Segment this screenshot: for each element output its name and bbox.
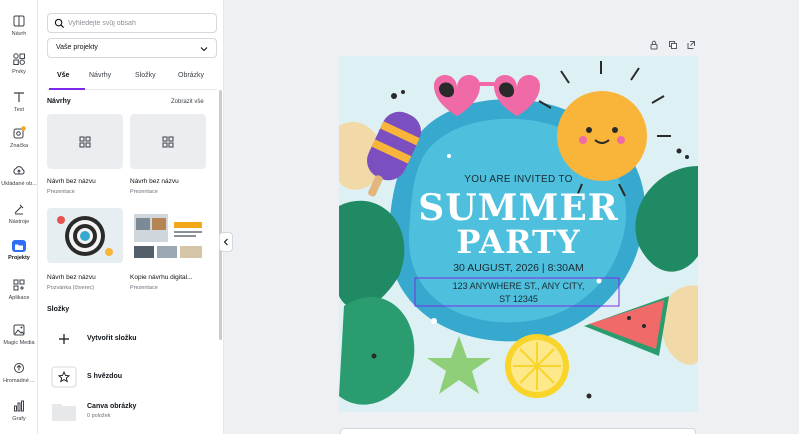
add-page-icon[interactable]	[686, 40, 696, 50]
design-title[interactable]: Návrh bez názvu	[130, 178, 179, 185]
presentation-icon	[162, 136, 174, 148]
folder-icon	[52, 404, 76, 421]
folder-label: S hvězdou	[87, 373, 123, 380]
rail-label: Text	[13, 107, 25, 113]
rail-item-text[interactable]: Text	[0, 90, 38, 124]
rail-label: Nástroje	[8, 219, 30, 225]
rail-item-design[interactable]: Návrh	[0, 14, 38, 48]
folder-label: Canva obrázky	[87, 403, 137, 410]
search-input[interactable]	[68, 16, 208, 30]
digital-preview	[130, 208, 206, 263]
rail-item-bulk-create[interactable]: Hromadné ...	[0, 361, 38, 395]
chevron-down-icon	[200, 47, 208, 52]
rail-label: Hromadné ...	[3, 378, 35, 384]
design-thumbnail[interactable]	[130, 114, 206, 169]
active-tab-indicator	[49, 88, 85, 90]
add-page-bar[interactable]	[340, 428, 696, 434]
tools-icon	[14, 204, 24, 215]
canva-images-folder[interactable]: Canva obrázky 0 položek	[47, 398, 217, 424]
rail-label: Grafy	[12, 416, 26, 422]
rail-label: Projekty	[8, 255, 30, 261]
panel-scrollbar[interactable]	[219, 90, 222, 340]
design-type: Prezentace	[130, 285, 158, 291]
rail-label: Návrh	[11, 31, 27, 37]
uploads-icon	[13, 166, 25, 175]
canva-editor: Návrh Prvky Text Značka Ukládané ob... N…	[0, 0, 799, 434]
rail-item-brand[interactable]: Značka	[0, 126, 38, 160]
folder-label: Vytvořit složku	[87, 335, 137, 342]
design-type: Pozvánka (čtverec)	[47, 285, 95, 291]
rail-label: Prvky	[12, 69, 26, 75]
lock-icon[interactable]	[649, 40, 659, 50]
tab-all[interactable]: Vše	[57, 72, 69, 79]
design-thumbnail-digital[interactable]	[130, 208, 206, 263]
tab-images[interactable]: Obrázky	[178, 72, 204, 79]
chart-icon	[14, 400, 24, 412]
design-title[interactable]: Návrh bez názvu	[47, 274, 96, 281]
rail-item-projects[interactable]: Projekty	[0, 240, 38, 274]
rail-item-uploads[interactable]: Ukládané ob...	[0, 164, 38, 198]
rail-item-apps[interactable]: Aplikace	[0, 278, 38, 312]
dropdown-value: Vaše projekty	[56, 44, 98, 51]
rail-label: Ukládané ob...	[1, 181, 37, 187]
rail-label: Magic Media	[3, 340, 35, 346]
address-line-1[interactable]: 123 ANYWHERE ST., ANY CITY,	[339, 281, 698, 291]
collapse-panel-button[interactable]	[219, 232, 233, 252]
projects-panel: Vaše projekty Vše Návrhy Složky Obrázky …	[38, 0, 224, 434]
presentation-icon	[79, 136, 91, 148]
apps-icon	[13, 279, 25, 291]
duplicate-icon[interactable]	[668, 40, 678, 50]
designs-section-title: Návrhy	[47, 98, 71, 105]
invitation-preview	[47, 208, 123, 263]
design-type: Prezentace	[47, 189, 75, 195]
create-folder-button[interactable]: Vytvořit složku	[47, 326, 217, 352]
design-thumbnail[interactable]	[47, 114, 123, 169]
see-all-link[interactable]: Zobrazit vše	[171, 99, 204, 105]
left-rail: Návrh Prvky Text Značka Ukládané ob... N…	[0, 0, 38, 434]
invited-text[interactable]: YOU ARE INVITED TO	[339, 174, 698, 185]
filter-tabs: Vše Návrhy Složky Obrázky	[47, 68, 217, 90]
rail-item-magic-media[interactable]: Magic Media	[0, 323, 38, 357]
search-icon	[54, 18, 65, 29]
rail-item-elements[interactable]: Prvky	[0, 52, 38, 86]
tab-designs[interactable]: Návrhy	[89, 72, 111, 79]
rail-item-tools[interactable]: Nástroje	[0, 202, 38, 236]
rail-item-charts[interactable]: Grafy	[0, 399, 38, 433]
magic-media-icon	[13, 324, 25, 336]
elements-icon	[13, 53, 25, 65]
layout-icon	[13, 15, 25, 27]
starred-folder[interactable]: S hvězdou	[47, 364, 217, 390]
projects-dropdown[interactable]: Vaše projekty	[47, 38, 217, 58]
design-thumbnail-invitation[interactable]	[47, 208, 123, 263]
folder-icon	[12, 240, 26, 252]
folder-count: 0 položek	[87, 413, 111, 419]
folders-section-title: Složky	[47, 306, 70, 313]
design-type: Prezentace	[130, 189, 158, 195]
design-page[interactable]: YOU ARE INVITED TO SUMMER PARTY 30 AUGUS…	[339, 56, 698, 412]
design-title[interactable]: Kopie návrhu digital...	[130, 274, 193, 281]
plus-icon	[59, 334, 69, 344]
event-date[interactable]: 30 AUGUST, 2026 | 8:30AM	[339, 262, 698, 274]
rail-label: Aplikace	[8, 295, 30, 301]
brand-icon	[13, 126, 26, 139]
star-icon	[51, 366, 77, 388]
search-box[interactable]	[47, 13, 217, 33]
design-title[interactable]: Návrh bez názvu	[47, 178, 96, 185]
address-line-2[interactable]: ST 12345	[339, 294, 698, 304]
headline-party[interactable]: PARTY	[339, 223, 698, 261]
text-icon	[14, 92, 24, 102]
tab-folders[interactable]: Složky	[135, 72, 156, 79]
bulk-create-icon	[14, 363, 24, 373]
rail-label: Značka	[9, 143, 29, 149]
chevron-left-icon	[223, 238, 228, 246]
